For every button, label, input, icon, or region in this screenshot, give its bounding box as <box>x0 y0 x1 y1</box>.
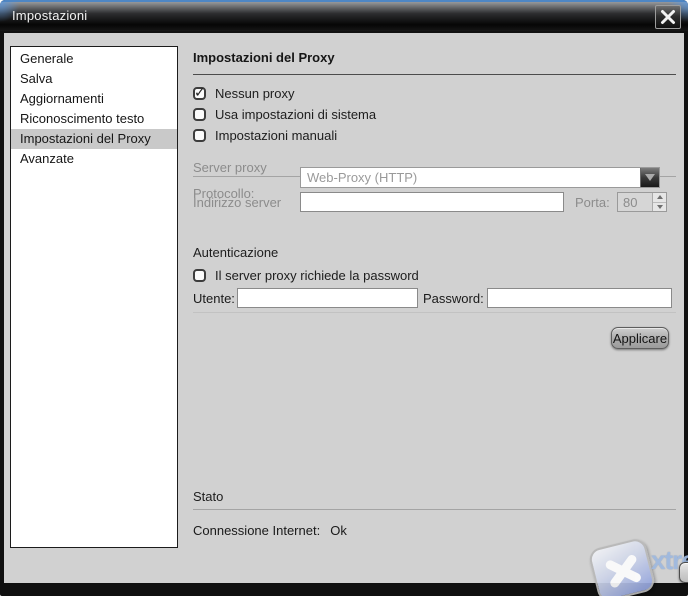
system-settings-checkbox[interactable] <box>193 108 206 121</box>
user-input[interactable] <box>237 288 418 308</box>
password-input[interactable] <box>487 288 672 308</box>
port-increment-button[interactable] <box>653 193 666 203</box>
dialog-content: Generale Salva Aggiornamenti Riconoscime… <box>4 33 684 583</box>
manual-settings-label: Impostazioni manuali <box>215 128 337 143</box>
system-settings-label: Usa impostazioni di sistema <box>215 107 376 122</box>
watermark: xtremehardware.com <box>589 539 688 583</box>
port-decrement-button[interactable] <box>653 203 666 212</box>
option-row-system-settings: Usa impostazioni di sistema <box>193 106 376 122</box>
connection-label: Connessione Internet: <box>193 523 320 538</box>
no-proxy-checkbox[interactable] <box>193 87 206 100</box>
status-divider <box>193 509 676 510</box>
authentication-group-title: Autenticazione <box>193 245 278 260</box>
option-row-no-proxy: Nessun proxy <box>193 85 294 101</box>
port-label: Porta: <box>575 195 610 210</box>
require-password-checkbox[interactable] <box>193 269 206 282</box>
sidebar-item-riconoscimento-testo[interactable]: Riconoscimento testo <box>11 109 177 129</box>
sidebar-item-avanzate[interactable]: Avanzate <box>11 149 177 169</box>
option-row-require-password: Il server proxy richiede la password <box>193 267 419 283</box>
port-stepper[interactable]: 80 <box>617 192 667 212</box>
port-spin-buttons <box>652 193 666 211</box>
close-icon <box>660 9 676 25</box>
protocol-dropdown-button[interactable] <box>640 168 659 187</box>
heading-divider <box>193 74 676 75</box>
sidebar-item-impostazioni-proxy[interactable]: Impostazioni del Proxy <box>11 129 177 149</box>
chevron-down-icon <box>645 174 655 181</box>
window-title: Impostazioni <box>12 8 87 23</box>
connection-status-row: Connessione Internet: Ok <box>193 523 347 538</box>
protocol-selected-value: Web-Proxy (HTTP) <box>301 170 640 185</box>
server-proxy-group-title: Server proxy <box>193 160 267 175</box>
no-proxy-label: Nessun proxy <box>215 86 294 101</box>
close-button[interactable] <box>655 5 681 29</box>
server-address-label: Indirizzo server <box>193 195 281 210</box>
sidebar-item-generale[interactable]: Generale <box>11 49 177 69</box>
status-group-title: Stato <box>193 489 223 504</box>
port-value: 80 <box>618 193 652 211</box>
spinner-up-icon <box>657 195 663 199</box>
ok-button[interactable]: Ok <box>679 562 688 583</box>
proxy-settings-panel: Impostazioni del Proxy Nessun proxy Usa … <box>193 33 676 583</box>
titlebar[interactable]: Impostazioni <box>0 0 688 31</box>
password-label: Password: <box>423 291 484 306</box>
require-password-label: Il server proxy richiede la password <box>215 268 419 283</box>
sidebar-item-salva[interactable]: Salva <box>11 69 177 89</box>
spinner-down-icon <box>657 205 663 209</box>
sidebar-item-aggiornamenti[interactable]: Aggiornamenti <box>11 89 177 109</box>
page-title: Impostazioni del Proxy <box>193 50 335 65</box>
option-row-manual-settings: Impostazioni manuali <box>193 127 337 143</box>
user-label: Utente: <box>193 291 235 306</box>
apply-button[interactable]: Applicare <box>611 327 669 349</box>
server-address-input[interactable] <box>300 192 564 212</box>
protocol-select[interactable]: Web-Proxy (HTTP) <box>300 167 660 188</box>
settings-dialog: Impostazioni Generale Salva Aggiornament… <box>0 0 688 596</box>
watermark-logo-icon <box>587 537 656 596</box>
auth-divider <box>193 312 676 313</box>
settings-category-list: Generale Salva Aggiornamenti Riconoscime… <box>10 46 178 548</box>
connection-status-value: Ok <box>330 523 347 538</box>
manual-settings-checkbox[interactable] <box>193 129 206 142</box>
